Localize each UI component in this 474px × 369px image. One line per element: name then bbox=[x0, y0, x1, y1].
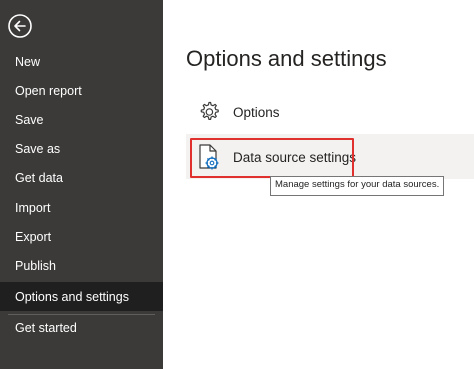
sidebar-item-publish[interactable]: Publish bbox=[0, 251, 163, 280]
sidebar: New Open report Save Save as Get data Im… bbox=[0, 0, 163, 369]
sidebar-item-label: Export bbox=[15, 229, 52, 244]
sidebar-item-open-report[interactable]: Open report bbox=[0, 76, 163, 105]
options-label: Options bbox=[233, 104, 280, 120]
sidebar-item-label: Open report bbox=[15, 83, 82, 98]
sidebar-item-label: Publish bbox=[15, 258, 56, 273]
sidebar-item-get-data[interactable]: Get data bbox=[0, 163, 163, 192]
sidebar-item-label: New bbox=[15, 54, 41, 69]
gear-icon bbox=[195, 98, 223, 126]
sidebar-item-get-started[interactable]: Get started bbox=[0, 313, 163, 342]
sidebar-item-options-and-settings[interactable]: Options and settings bbox=[0, 282, 163, 311]
sidebar-item-label: Save bbox=[15, 112, 44, 127]
sidebar-item-label: Get started bbox=[15, 320, 77, 335]
sidebar-item-save[interactable]: Save bbox=[0, 105, 163, 134]
back-button[interactable] bbox=[5, 11, 35, 41]
back-arrow-icon bbox=[8, 14, 32, 38]
options-item[interactable]: Options bbox=[186, 96, 406, 128]
sidebar-item-label: Import bbox=[15, 200, 51, 215]
page-title: Options and settings bbox=[186, 46, 387, 71]
tooltip: Manage settings for your data sources. bbox=[270, 176, 445, 196]
sidebar-item-label: Get data bbox=[15, 170, 63, 185]
sidebar-item-new[interactable]: New bbox=[0, 47, 163, 76]
sidebar-item-label: Save as bbox=[15, 141, 61, 156]
highlight-annotation-box bbox=[190, 138, 354, 178]
sidebar-item-import[interactable]: Import bbox=[0, 193, 163, 222]
sidebar-item-save-as[interactable]: Save as bbox=[0, 134, 163, 163]
sidebar-item-label: Options and settings bbox=[15, 289, 129, 304]
sidebar-item-export[interactable]: Export bbox=[0, 222, 163, 251]
